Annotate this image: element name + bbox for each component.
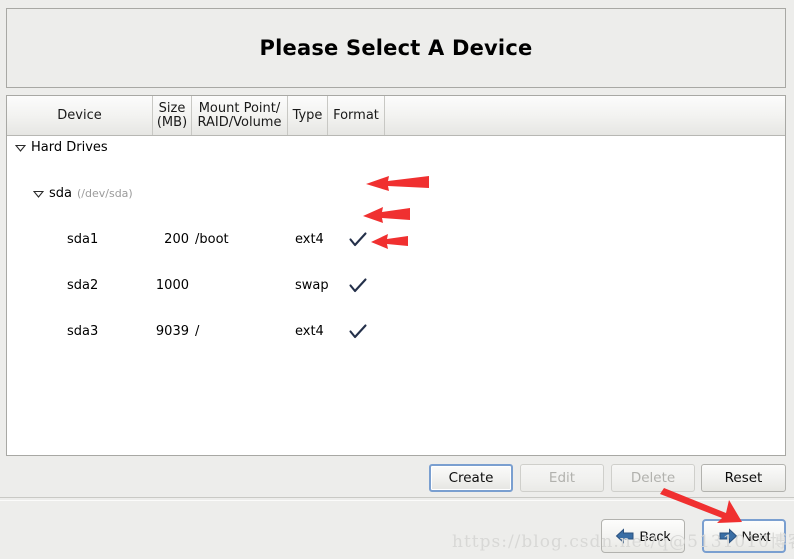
cell-type: ext4 [295, 232, 324, 247]
chevron-down-icon[interactable] [13, 136, 27, 159]
cell-mount-point: /boot [195, 232, 229, 247]
column-header-type[interactable]: Type [288, 96, 328, 135]
column-header-size[interactable]: Size (MB) [153, 96, 192, 135]
action-button-bar: Create Edit Delete Reset [0, 460, 794, 497]
table-row[interactable]: sda3 9039 / ext4 [7, 320, 785, 343]
cell-size: 200 [164, 232, 189, 247]
cell-device-path: (/dev/sda) [77, 187, 133, 200]
format-checkmark-icon [349, 320, 367, 343]
table-row[interactable]: Hard Drives [7, 136, 785, 159]
format-checkmark-icon [349, 274, 367, 297]
column-header-format[interactable]: Format [328, 96, 385, 135]
cell-type: ext4 [295, 324, 324, 339]
chevron-down-icon[interactable] [31, 182, 45, 205]
create-button[interactable]: Create [429, 464, 513, 492]
table-header: Device Size (MB) Mount Point/ RAID/Volum… [7, 96, 785, 136]
column-header-filler [385, 96, 785, 135]
table-row[interactable]: sda2 1000 swap [7, 274, 785, 297]
device-table-panel: Device Size (MB) Mount Point/ RAID/Volum… [6, 95, 786, 456]
cell-type: swap [295, 278, 329, 293]
cell-device: sda3 [67, 324, 99, 339]
table-row[interactable]: sda1 200 /boot ext4 [7, 228, 785, 251]
cell-mount-point: / [195, 324, 200, 339]
cell-size: 9039 [155, 324, 189, 339]
reset-button[interactable]: Reset [701, 464, 786, 492]
cell-device: sda2 [67, 278, 99, 293]
watermark-text: https://blog.csdn.net/q@5131010博客 [452, 532, 794, 552]
column-header-device[interactable]: Device [7, 96, 153, 135]
edit-button: Edit [520, 464, 604, 492]
delete-button: Delete [611, 464, 695, 492]
cell-size: 1000 [155, 278, 189, 293]
cell-device: sda1 [67, 232, 99, 247]
table-body: Hard Drives sda (/dev/sda) sda1 200 /boo… [7, 136, 785, 455]
title-panel: Please Select A Device [6, 8, 786, 88]
table-row[interactable]: sda (/dev/sda) [7, 182, 785, 205]
column-header-mount-point[interactable]: Mount Point/ RAID/Volume [192, 96, 288, 135]
page-title: Please Select A Device [259, 36, 533, 60]
cell-device: Hard Drives [31, 140, 108, 155]
format-checkmark-icon [349, 228, 367, 251]
cell-device: sda [49, 186, 72, 201]
